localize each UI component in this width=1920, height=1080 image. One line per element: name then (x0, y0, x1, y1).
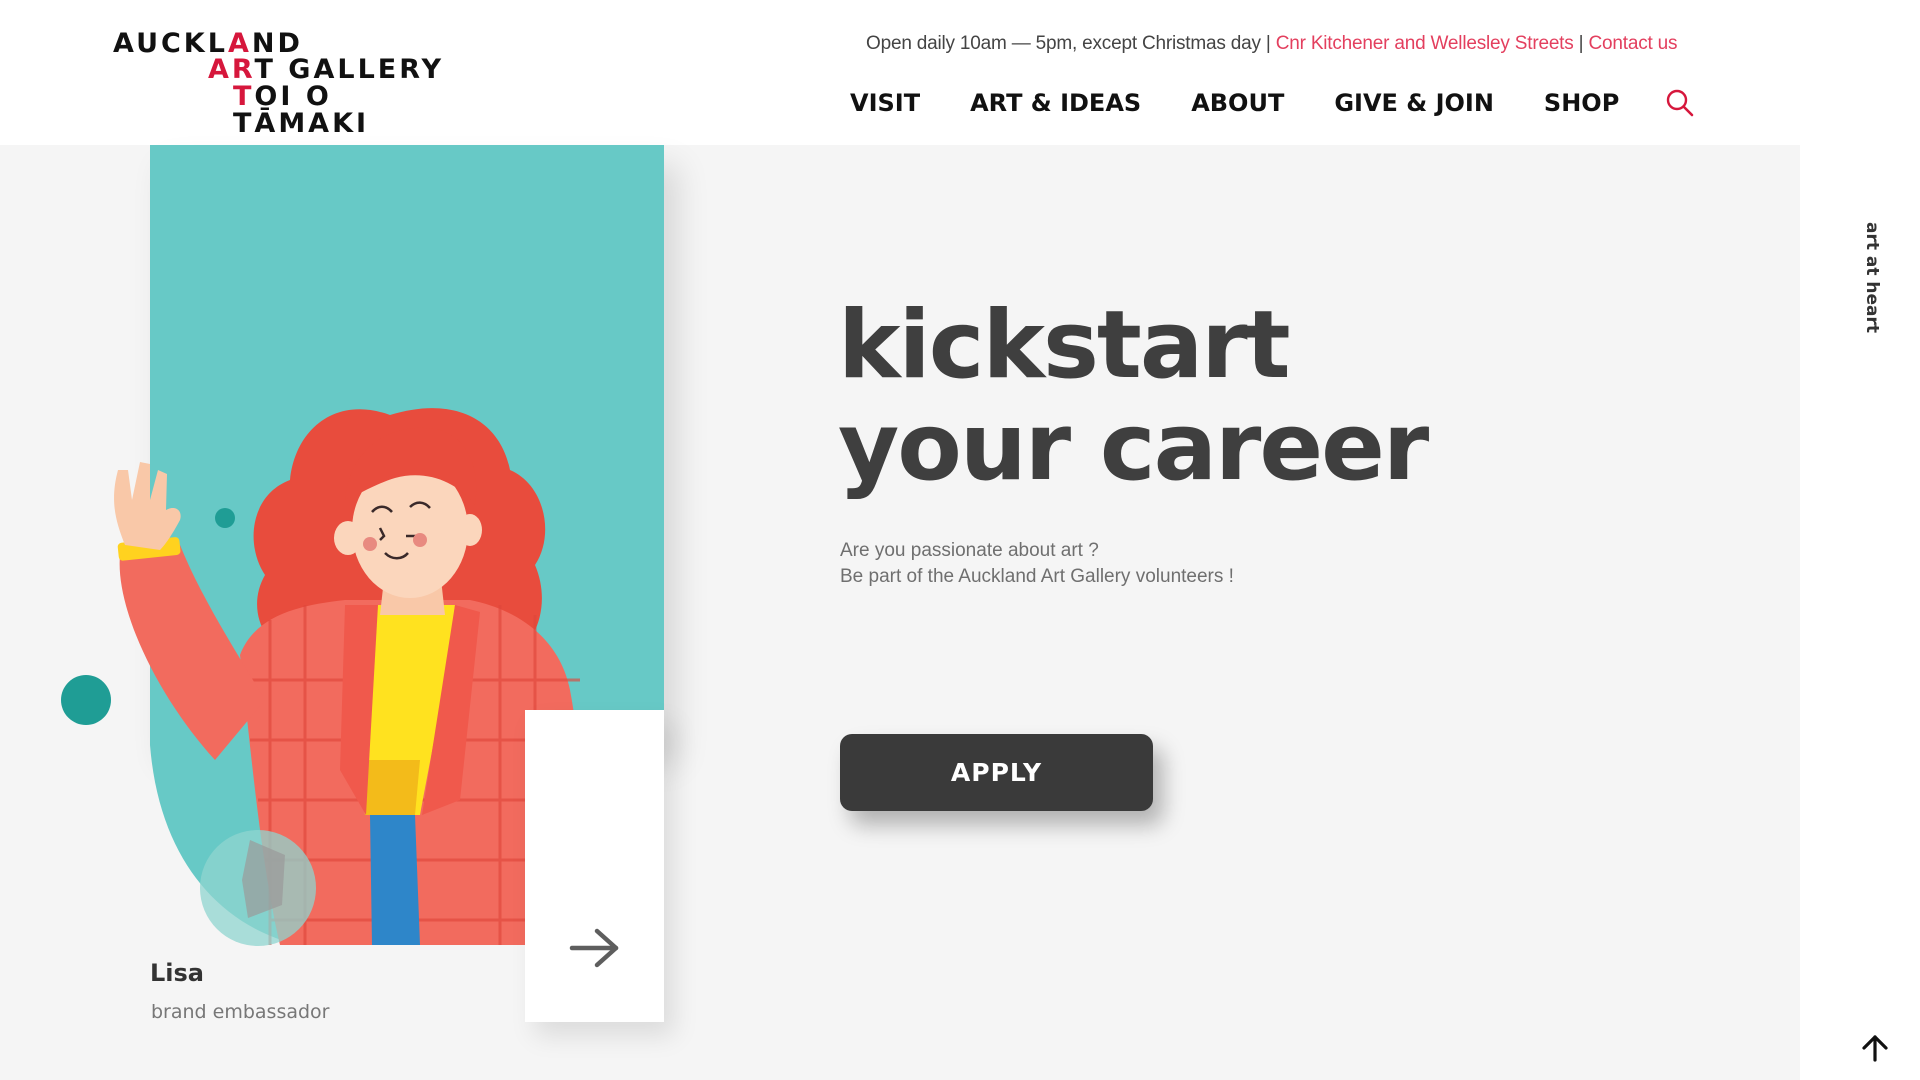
main-nav: VISIT ART & IDEAS ABOUT GIVE & JOIN SHOP (850, 86, 1695, 120)
person-name: Lisa (150, 959, 204, 987)
hero-section: Lisa brand embassador kickstart your car… (0, 145, 1800, 1080)
site-header: AUCKLAND ART GALLERY TOI O TĀMAKI Open d… (0, 0, 1920, 145)
location-link[interactable]: Cnr Kitchener and Wellesley Streets (1276, 33, 1574, 54)
gallery-logo[interactable]: AUCKLAND ART GALLERY TOI O TĀMAKI (113, 26, 473, 137)
page: AUCKLAND ART GALLERY TOI O TĀMAKI Open d… (0, 0, 1920, 1080)
info-bar: Open daily 10am — 5pm, except Christmas … (866, 33, 1678, 55)
nav-about[interactable]: ABOUT (1191, 89, 1284, 117)
search-icon[interactable] (1665, 88, 1695, 118)
contact-link[interactable]: Contact us (1589, 33, 1678, 54)
scroll-top-button[interactable] (1855, 1028, 1895, 1068)
apply-button[interactable]: APPLY (840, 734, 1153, 811)
hero-headline: kickstart your career (838, 291, 1429, 502)
hero-subtext: Are you passionate about art ? Be part o… (840, 538, 1234, 590)
headline-line-2: your career (838, 393, 1429, 502)
info-separator: | (1578, 33, 1584, 54)
nav-art-ideas[interactable]: ART & IDEAS (970, 89, 1141, 117)
subtext-line-2: Be part of the Auckland Art Gallery volu… (840, 566, 1234, 587)
subtext-line-1: Are you passionate about art ? (840, 540, 1099, 561)
headline-line-1: kickstart (838, 291, 1291, 400)
person-role: brand embassador (151, 1001, 330, 1023)
arrow-up-icon[interactable] (1860, 1033, 1890, 1063)
arrow-right-icon[interactable] (569, 926, 621, 970)
side-tagline: art at heart (1862, 222, 1882, 334)
nav-give-join[interactable]: GIVE & JOIN (1334, 89, 1494, 117)
opening-hours: Open daily 10am — 5pm, except Christmas … (866, 33, 1271, 54)
next-card[interactable] (525, 710, 664, 1022)
nav-visit[interactable]: VISIT (850, 89, 920, 117)
nav-shop[interactable]: SHOP (1544, 89, 1619, 117)
